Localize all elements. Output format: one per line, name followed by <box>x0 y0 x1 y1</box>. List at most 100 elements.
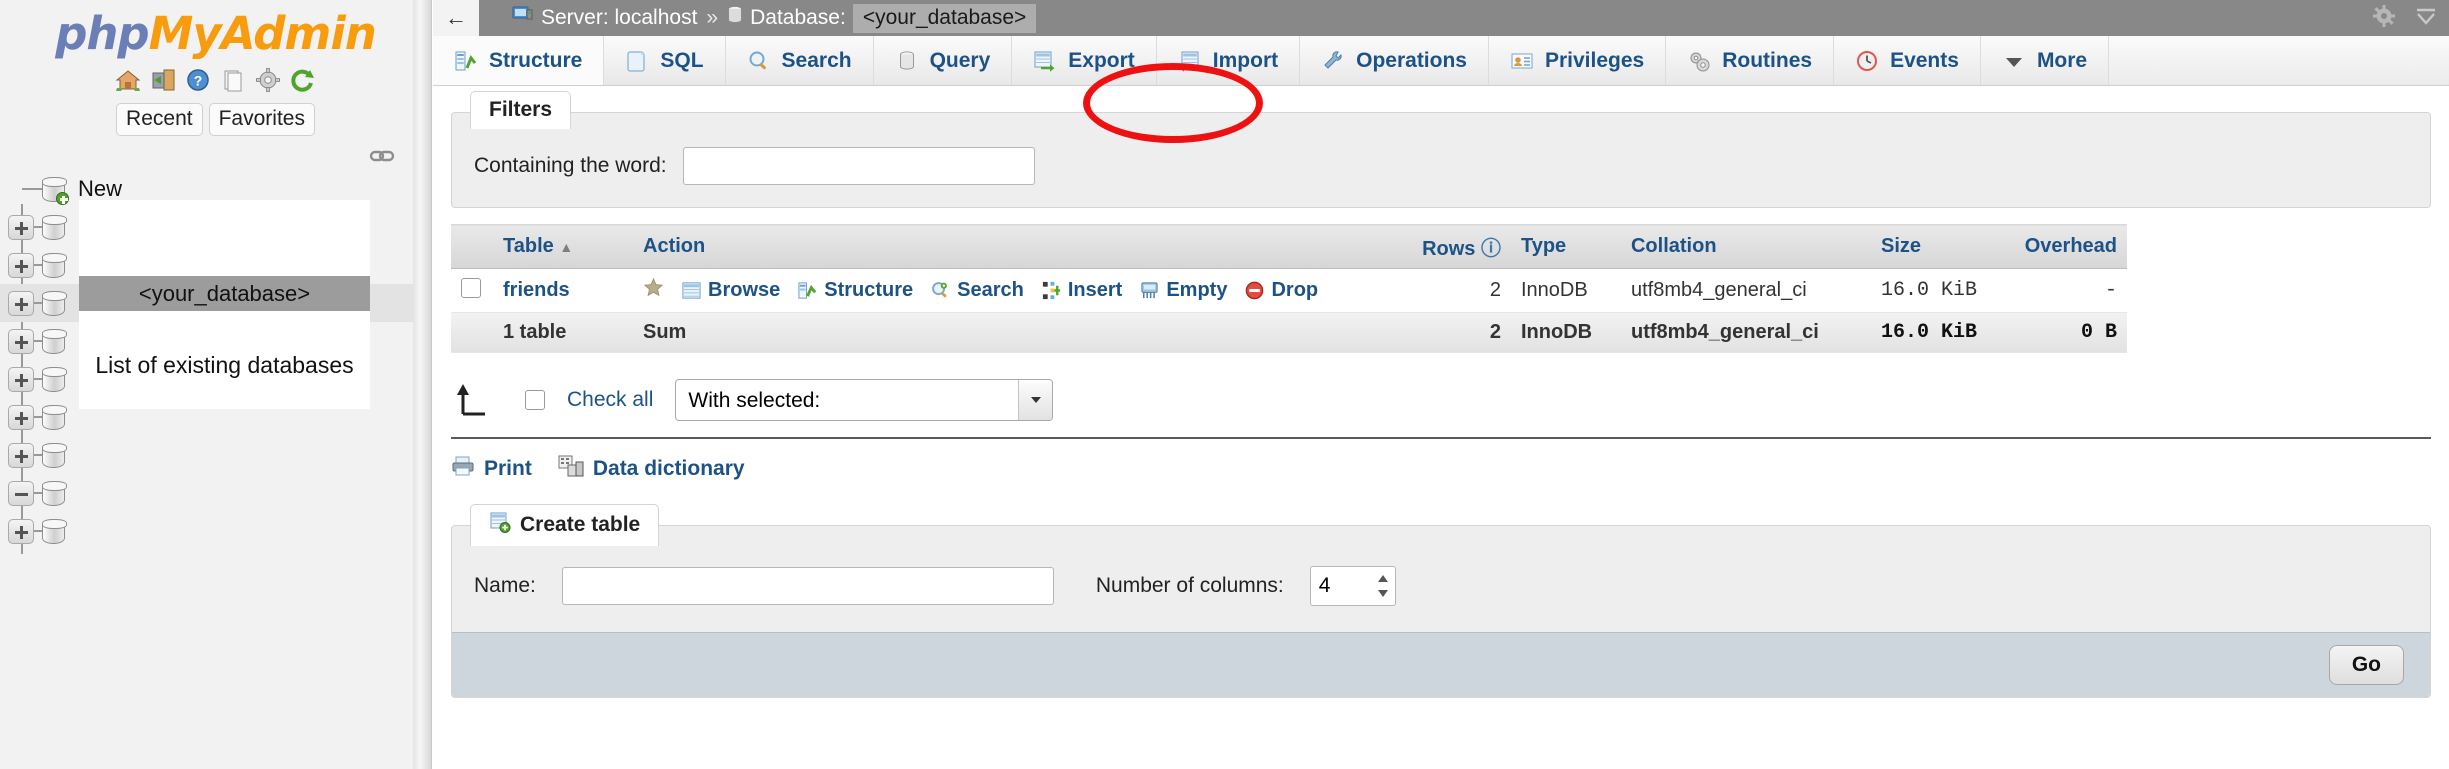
events-icon <box>1855 49 1879 73</box>
sidebar-scrollbar[interactable] <box>413 0 431 769</box>
privileges-icon <box>1510 49 1534 73</box>
expand-toggle-icon[interactable] <box>8 329 34 354</box>
expand-toggle-icon[interactable] <box>8 519 34 544</box>
star-icon[interactable] <box>643 277 664 304</box>
database-icon <box>42 253 67 278</box>
expand-toggle-icon[interactable] <box>8 443 34 468</box>
selected-database-name[interactable]: <your_database> <box>79 276 370 311</box>
tab-routines[interactable]: Routines <box>1666 36 1835 85</box>
tab-more[interactable]: More <box>1980 36 2110 85</box>
number-of-columns-input[interactable] <box>1309 566 1396 606</box>
favorites-pill[interactable]: Favorites <box>208 103 315 137</box>
column-header-collation[interactable]: Collation <box>1620 224 1871 269</box>
check-all-label[interactable]: Check all <box>567 388 653 412</box>
create-table-name-input[interactable] <box>561 567 1054 605</box>
with-selected-dropdown[interactable]: With selected: <box>675 379 1054 421</box>
help-icon[interactable]: ? <box>185 67 211 93</box>
expand-toggle-icon[interactable] <box>8 253 34 278</box>
tab-export[interactable]: Export <box>1012 36 1157 85</box>
logo-php: php <box>55 7 149 60</box>
sql-icon <box>625 49 649 73</box>
action-search-label: Search <box>957 279 1024 301</box>
tab-query[interactable]: Query <box>873 36 1013 85</box>
containing-word-input[interactable] <box>682 147 1035 185</box>
tab-structure[interactable]: Structure <box>433 36 605 85</box>
expand-toggle-icon[interactable] <box>8 215 34 240</box>
help-icon[interactable]: ⓘ <box>1481 238 1501 260</box>
recent-pill[interactable]: Recent <box>116 103 203 137</box>
link-chain-icon[interactable] <box>369 148 395 164</box>
summary-type: InnoDB <box>1510 312 1621 353</box>
table-collation: utf8mb4_general_ci <box>1620 268 1871 313</box>
tables-list: Table ▲ Action Rows ⓘ Type Collation Siz… <box>451 224 2127 353</box>
database-icon <box>42 443 67 468</box>
logout-icon[interactable] <box>150 67 176 93</box>
table-header-row: Table ▲ Action Rows ⓘ Type Collation Siz… <box>451 224 2127 269</box>
logo-admin: Admin <box>220 7 377 60</box>
expand-toggle-icon[interactable] <box>8 291 34 316</box>
expand-toggle-icon[interactable] <box>8 367 34 392</box>
action-structure[interactable]: Structure <box>797 279 913 302</box>
database-name-chip: <your_database> <box>852 3 1037 33</box>
create-table-legend-label: Create table <box>520 513 641 536</box>
column-header-type[interactable]: Type <box>1510 224 1621 269</box>
tab-privileges[interactable]: Privileges <box>1488 36 1667 85</box>
go-button[interactable]: Go <box>2328 645 2404 685</box>
gear-icon[interactable] <box>2371 3 2397 34</box>
tab-sql[interactable]: SQL <box>604 36 726 85</box>
tab-operations[interactable]: Operations <box>1300 36 1489 85</box>
back-button[interactable]: ← <box>433 0 479 36</box>
action-drop[interactable]: Drop <box>1244 279 1318 302</box>
server-icon <box>512 5 534 31</box>
check-all-checkbox[interactable] <box>525 390 545 410</box>
column-header-size[interactable]: Size <box>1870 224 1987 269</box>
plus-badge-icon <box>56 192 69 205</box>
collapse-toggle-icon[interactable] <box>8 481 34 506</box>
settings-icon[interactable] <box>255 67 281 93</box>
action-browse[interactable]: Browse <box>681 279 780 302</box>
collapse-icon[interactable] <box>2413 3 2439 34</box>
docs-icon[interactable] <box>220 67 246 93</box>
database-icon <box>42 367 67 392</box>
import-icon <box>1178 49 1202 73</box>
action-insert[interactable]: Insert <box>1041 279 1122 302</box>
data-dictionary-link[interactable]: Data dictionary <box>558 455 745 483</box>
server-label[interactable]: Server: localhost <box>541 6 697 30</box>
action-search[interactable]: Search <box>930 279 1024 302</box>
selection-row: Check all With selected: <box>451 373 2449 427</box>
tab-import[interactable]: Import <box>1156 36 1301 85</box>
action-empty[interactable]: Empty <box>1139 279 1227 302</box>
row-checkbox[interactable] <box>461 277 481 298</box>
column-header-rows[interactable]: Rows ⓘ <box>1390 224 1511 269</box>
section-divider <box>451 437 2431 439</box>
table-name-link[interactable]: friends <box>503 279 570 301</box>
column-header-table[interactable]: Table ▲ <box>493 224 633 269</box>
top-breadcrumb-bar: ← Server: localhost » Database: <your_da… <box>433 0 2449 36</box>
action-drop-label: Drop <box>1271 279 1319 301</box>
logo-my: My <box>148 7 222 60</box>
tab-search[interactable]: Search <box>725 36 874 85</box>
reload-icon[interactable] <box>290 67 316 93</box>
create-table-fieldset: Create table Name: Number of columns: 4 … <box>451 504 2431 698</box>
table-row: friends Browse Structure Search Insert E… <box>451 268 2127 313</box>
tab-export-label: Export <box>1068 48 1135 72</box>
phpmyadmin-logo[interactable]: phpMyAdmin <box>0 0 431 60</box>
tab-events[interactable]: Events <box>1834 36 1981 85</box>
database-icon <box>42 329 67 354</box>
tree-item-db-7[interactable] <box>0 436 414 474</box>
create-table-name-label: Name: <box>474 574 536 597</box>
tab-routines-label: Routines <box>1722 48 1813 72</box>
print-icon <box>451 455 475 483</box>
expand-toggle-icon[interactable] <box>8 405 34 430</box>
tab-import-label: Import <box>1212 48 1279 72</box>
tree-connector <box>22 188 42 190</box>
column-header-overhead[interactable]: Overhead <box>1987 224 2127 269</box>
table-size: 16.0 KiB <box>1870 268 1987 313</box>
print-link[interactable]: Print <box>451 455 532 483</box>
tree-item-db-9[interactable] <box>0 512 414 550</box>
create-table-legend[interactable]: Create table <box>470 504 660 546</box>
phpmyadmin-page: phpMyAdmin ? Recent Favorites New <your_… <box>0 0 2449 769</box>
table-rows-count: 2 <box>1390 268 1511 313</box>
home-icon[interactable] <box>115 67 141 93</box>
tree-item-db-8[interactable] <box>0 474 414 512</box>
